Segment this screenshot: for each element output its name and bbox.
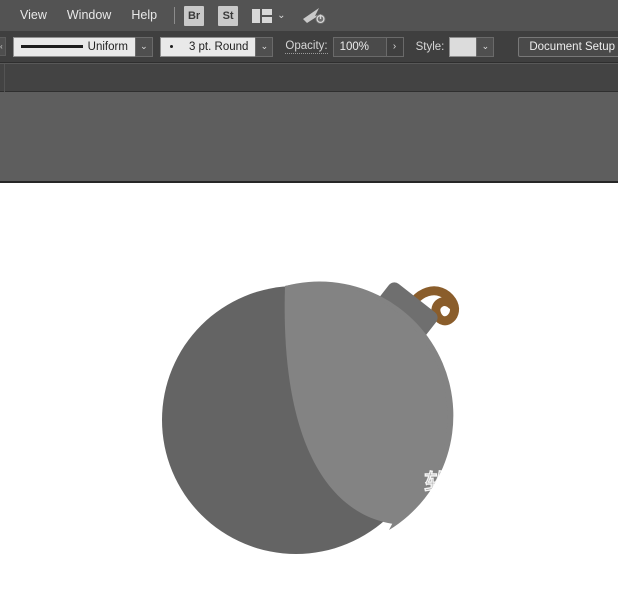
stroke-profile-field[interactable]: Uniform [13,37,135,57]
menu-item-help[interactable]: Help [121,0,167,31]
opacity-stepper-button[interactable]: › [387,37,404,57]
menu-item-window[interactable]: Window [57,0,121,31]
opacity-input[interactable]: 100% [333,37,387,57]
arrange-documents-icon[interactable] [252,9,272,23]
brush-definition-field[interactable]: 3 pt. Round [160,37,255,57]
graphic-style-swatch[interactable] [449,37,476,57]
brush-definition-value: 3 pt. Round [189,41,248,53]
workspace-pasteboard[interactable] [0,92,618,183]
brush-definition-dropdown[interactable]: 3 pt. Round ⌄ [160,37,273,57]
control-bar-overflow-arrow: ‹ [0,43,3,51]
menu-item-view[interactable]: View [10,0,57,31]
rocket-power-icon[interactable] [301,6,327,26]
illustrator-window: View Window Help Br St ⌄ ‹ Uni [0,0,618,596]
menu-divider [174,7,175,24]
style-label: Style: [416,41,445,53]
bomb-illustration[interactable] [0,185,618,596]
document-setup-button[interactable]: Document Setup [518,37,618,57]
brush-definition-chevron-down-icon[interactable]: ⌄ [255,37,273,57]
tab-strip-edge [4,64,5,93]
chevron-down-icon[interactable]: ⌄ [277,11,285,21]
bridge-icon[interactable]: Br [184,6,204,26]
stroke-profile-value: Uniform [88,41,128,53]
menu-bar: View Window Help Br St ⌄ [0,0,618,31]
control-bar-overflow-button[interactable]: ‹ [0,37,6,56]
stock-icon[interactable]: St [218,6,238,26]
stroke-profile-dropdown[interactable]: Uniform ⌄ [13,37,153,57]
control-options-bar: ‹ Uniform ⌄ 3 pt. Round ⌄ Opacity: 100% … [0,31,618,63]
stroke-profile-chevron-down-icon[interactable]: ⌄ [135,37,153,57]
document-tab-strip[interactable] [0,63,618,92]
brush-dot-preview-icon [170,45,173,48]
graphic-style-chevron-down-icon[interactable]: ⌄ [476,37,494,57]
stroke-line-preview-icon [21,45,83,48]
opacity-label[interactable]: Opacity: [285,40,327,54]
artboard-canvas[interactable]: 软件自学网 WWW.RJZXW.COM [0,185,618,596]
graphic-style-dropdown[interactable]: ⌄ [449,37,494,57]
